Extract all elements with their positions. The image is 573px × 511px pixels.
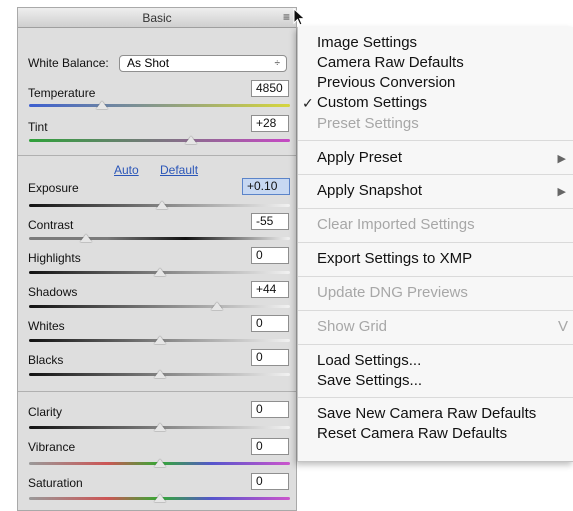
- menu-item-clear-imported-settings: Clear Imported Settings: [317, 216, 475, 233]
- menu-item-save-settings[interactable]: Save Settings...: [317, 372, 422, 389]
- shadows-track[interactable]: [29, 305, 290, 308]
- menu-item-preset-settings: Preset Settings: [317, 115, 419, 132]
- tint-value[interactable]: +28: [251, 115, 289, 132]
- highlights-value[interactable]: 0: [251, 247, 289, 264]
- temperature-label: Temperature: [28, 86, 96, 100]
- menu-separator: [298, 310, 573, 311]
- select-arrows-icon: ÷: [274, 58, 281, 69]
- clarity-value[interactable]: 0: [251, 401, 289, 418]
- divider: [18, 155, 296, 156]
- temperature-thumb[interactable]: [96, 101, 109, 109]
- menu-item-reset-camera-raw-defaults[interactable]: Reset Camera Raw Defaults: [317, 425, 507, 442]
- clarity-label: Clarity: [28, 405, 63, 419]
- blacks-thumb[interactable]: [153, 370, 166, 378]
- highlights-thumb[interactable]: [153, 268, 166, 276]
- default-link[interactable]: Default: [160, 163, 198, 177]
- saturation-thumb[interactable]: [153, 494, 166, 502]
- whites-label: Whites: [28, 319, 65, 333]
- vibrance-label: Vibrance: [28, 440, 76, 454]
- divider: [18, 391, 296, 392]
- menu-item-apply-snapshot[interactable]: Apply Snapshot: [317, 182, 422, 199]
- panel-header: Basic ≡: [18, 8, 296, 28]
- shadows-label: Shadows: [28, 285, 78, 299]
- menu-item-update-dng-previews: Update DNG Previews: [317, 284, 468, 301]
- menu-separator: [298, 140, 573, 141]
- whites-thumb[interactable]: [153, 336, 166, 344]
- tint-track[interactable]: [29, 139, 290, 142]
- menu-item-export-settings-to-xmp[interactable]: Export Settings to XMP: [317, 250, 472, 267]
- shadows-value[interactable]: +44: [251, 281, 289, 298]
- menu-item-previous-conversion[interactable]: Previous Conversion: [317, 74, 455, 91]
- submenu-arrow-icon: ▶: [557, 153, 566, 165]
- contrast-thumb[interactable]: [80, 234, 93, 242]
- exposure-label: Exposure: [28, 181, 79, 195]
- vibrance-value[interactable]: 0: [251, 438, 289, 455]
- menu-item-custom-settings[interactable]: Custom Settings: [317, 94, 427, 111]
- auto-link[interactable]: Auto: [114, 163, 139, 177]
- menu-separator: [298, 208, 573, 209]
- blacks-label: Blacks: [28, 353, 64, 367]
- tint-label: Tint: [28, 120, 48, 134]
- tint-thumb[interactable]: [184, 136, 197, 144]
- mouse-cursor-icon: [293, 8, 306, 26]
- blacks-value[interactable]: 0: [251, 349, 289, 366]
- temperature-track[interactable]: [29, 104, 290, 107]
- menu-separator: [298, 242, 573, 243]
- panel-title: Basic: [142, 11, 172, 25]
- menu-item-show-grid: Show Grid: [317, 318, 388, 335]
- clarity-thumb[interactable]: [153, 423, 166, 431]
- menu-separator: [298, 174, 573, 175]
- basic-panel: Basic ≡ White Balance: As Shot ÷ Tempera…: [17, 7, 297, 511]
- contrast-value[interactable]: -55: [251, 213, 289, 230]
- submenu-arrow-icon: ▶: [557, 186, 566, 198]
- menu-separator: [298, 397, 573, 398]
- white-balance-label: White Balance:: [28, 56, 109, 70]
- menu-item-apply-preset[interactable]: Apply Preset: [317, 149, 402, 166]
- menu-item-save-new-camera-raw-defaults[interactable]: Save New Camera Raw Defaults: [317, 405, 536, 422]
- contrast-track[interactable]: [29, 237, 290, 240]
- saturation-label: Saturation: [28, 476, 83, 490]
- highlights-label: Highlights: [28, 251, 81, 265]
- saturation-value[interactable]: 0: [251, 473, 289, 490]
- exposure-value[interactable]: +0.10: [242, 178, 290, 195]
- shadows-thumb[interactable]: [210, 302, 223, 310]
- menu-item-load-settings[interactable]: Load Settings...: [317, 352, 421, 369]
- show-grid-shortcut: V: [557, 318, 568, 335]
- white-balance-select[interactable]: As Shot ÷: [119, 55, 287, 72]
- white-balance-value: As Shot: [127, 56, 170, 70]
- panel-menu-icon[interactable]: ≡: [283, 10, 290, 24]
- temperature-value[interactable]: 4850: [251, 80, 289, 97]
- exposure-thumb[interactable]: [156, 201, 169, 209]
- checkmark-icon: ✓: [302, 95, 314, 111]
- menu-separator: [298, 276, 573, 277]
- menu-item-camera-raw-defaults[interactable]: Camera Raw Defaults: [317, 54, 464, 71]
- contrast-label: Contrast: [28, 218, 74, 232]
- vibrance-thumb[interactable]: [153, 459, 166, 467]
- settings-menu: Image Settings Camera Raw Defaults Previ…: [297, 27, 573, 462]
- menu-item-image-settings[interactable]: Image Settings: [317, 34, 417, 51]
- whites-value[interactable]: 0: [251, 315, 289, 332]
- menu-separator: [298, 344, 573, 345]
